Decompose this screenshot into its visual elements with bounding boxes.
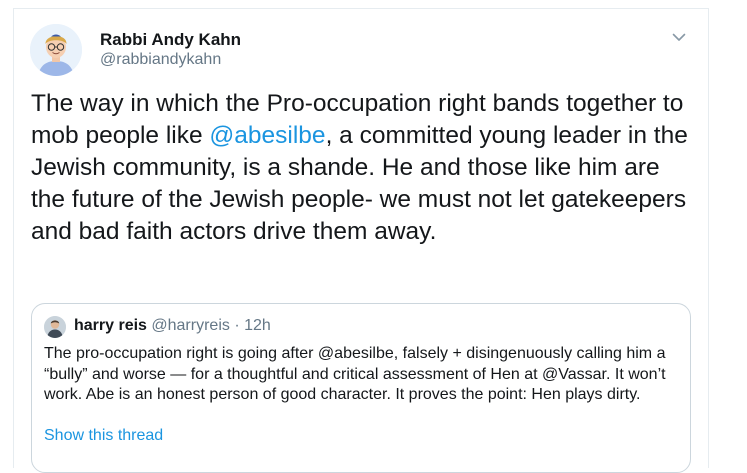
chevron-down-icon[interactable] (670, 28, 688, 46)
quoted-tweet-header: harry reis @harryreis · 12h (74, 317, 271, 335)
quoted-tweet-text: The pro-occupation right is going after … (44, 345, 666, 403)
tweet-text: The way in which the Pro-occupation righ… (31, 88, 696, 248)
avatar-icon (44, 316, 66, 338)
quoted-author-handle: @harryreis (151, 317, 230, 334)
quoted-tweet[interactable]: harry reis @harryreis · 12h The pro-occu… (31, 303, 691, 473)
mention-link[interactable]: @abesilbe (209, 122, 325, 149)
author-display-name[interactable]: Rabbi Andy Kahn (100, 30, 241, 50)
quoted-author-name: harry reis (74, 317, 147, 334)
avatar-icon (30, 24, 82, 76)
quoted-author-avatar (44, 316, 66, 338)
author-handle[interactable]: @rabbiandykahn (100, 51, 221, 69)
show-thread-link[interactable]: Show this thread (44, 427, 163, 445)
quoted-separator: · (234, 317, 240, 334)
author-avatar[interactable] (30, 24, 82, 76)
quoted-timestamp: 12h (244, 317, 271, 334)
